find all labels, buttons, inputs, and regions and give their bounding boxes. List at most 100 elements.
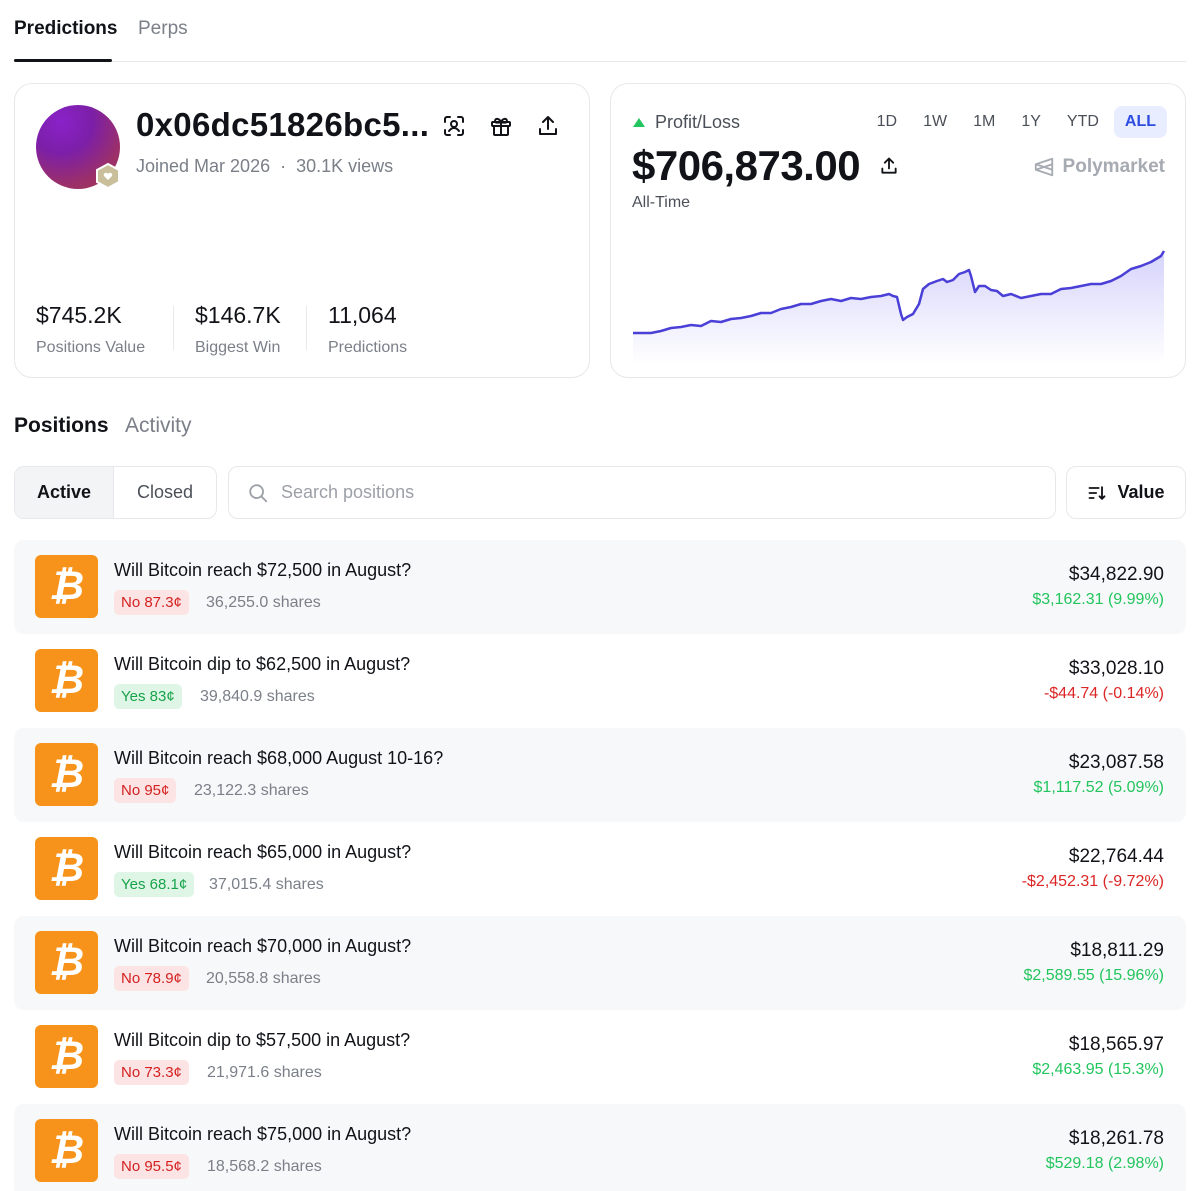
stat-label: Positions Value [36, 339, 146, 356]
up-arrow-icon [633, 118, 645, 127]
profile-card: 0x06dc51826bc5... Joined Mar 2026 · 30.1K … [14, 83, 590, 378]
brand-name: Polymarket [1062, 156, 1165, 177]
position-value: $22,764.44 [1068, 846, 1164, 867]
stat-value: $146.7K [195, 302, 281, 328]
search-box [228, 466, 1056, 519]
pnl-chart [633, 250, 1166, 364]
tab-positions[interactable]: Positions [14, 414, 109, 438]
outcome-pill: No 87.3¢ [114, 590, 189, 615]
bitcoin-icon: ₿ [35, 743, 98, 806]
outcome-pill: Yes 83¢ [114, 684, 182, 709]
position-row[interactable]: ₿ Will Bitcoin reach $75,000 in August? No… [14, 1104, 1186, 1191]
outcome-pill: Yes 68.1¢ [114, 872, 195, 897]
range-tab-1m[interactable]: 1M [962, 106, 1006, 138]
position-change: $2,463.95 (15.3%) [1032, 1061, 1164, 1078]
position-title[interactable]: Will Bitcoin reach $68,000 August 10-16? [114, 748, 443, 769]
polymarket-brand: Polymarket [1033, 156, 1165, 178]
range-tab-ytd[interactable]: YTD [1056, 106, 1110, 138]
position-value: $23,087.58 [1068, 752, 1164, 773]
outcome-pill: No 78.9¢ [114, 966, 189, 991]
joined-date: Joined Mar 2026 [136, 156, 271, 176]
position-change: $529.18 (2.98%) [1045, 1155, 1164, 1172]
range-tab-all[interactable]: ALL [1113, 106, 1167, 138]
active-filter-button[interactable]: Active [15, 467, 114, 518]
bitcoin-icon: ₿ [35, 1119, 98, 1182]
position-shares: 23,122.3 shares [194, 782, 309, 799]
range-tab-1w[interactable]: 1W [912, 106, 958, 138]
pnl-title: Profit/Loss [655, 112, 741, 132]
position-title[interactable]: Will Bitcoin dip to $57,500 in August? [114, 1030, 410, 1051]
position-title[interactable]: Will Bitcoin reach $75,000 in August? [114, 1124, 411, 1145]
stat-label: Predictions [328, 339, 408, 356]
view-count: 30.1K views [296, 156, 394, 176]
active-tab-indicator [14, 59, 112, 62]
position-value: $18,565.97 [1068, 1034, 1164, 1055]
profile-meta: Joined Mar 2026 · 30.1K views [136, 156, 393, 177]
stat-divider [306, 306, 307, 350]
pnl-card: Profit/Loss 1D 1W 1M 1Y YTD ALL $706,873… [610, 83, 1186, 378]
stat-value: $745.2K [36, 302, 122, 328]
stat-label: Biggest Win [195, 339, 281, 356]
position-value: $33,028.10 [1068, 658, 1164, 679]
position-row[interactable]: ₿ Will Bitcoin dip to $57,500 in August? N… [14, 1010, 1186, 1104]
position-row[interactable]: ₿ Will Bitcoin reach $72,500 in August? No… [14, 540, 1186, 634]
position-value: $18,261.78 [1068, 1128, 1164, 1149]
pnl-value: $706,873.00 [632, 142, 861, 189]
sort-button[interactable]: Value [1066, 466, 1186, 519]
closed-filter-button[interactable]: Closed [114, 467, 216, 518]
position-change: $2,589.55 (15.96%) [1023, 967, 1164, 984]
stat-divider [173, 306, 174, 350]
verified-badge-icon [96, 163, 120, 189]
position-value: $18,811.29 [1070, 940, 1164, 961]
stat-biggest-win: $146.7K Biggest Win [195, 302, 281, 357]
search-input[interactable] [281, 482, 1041, 503]
tab-perps[interactable]: Perps [138, 18, 188, 40]
position-status-toggle: Active Closed [14, 466, 217, 519]
position-change: $3,162.31 (9.99%) [1032, 591, 1164, 608]
tab-predictions[interactable]: Predictions [14, 18, 117, 40]
bitcoin-icon: ₿ [35, 1025, 98, 1088]
position-value: $34,822.90 [1068, 564, 1164, 585]
scan-icon[interactable] [442, 114, 466, 138]
share-icon[interactable] [536, 114, 560, 138]
position-shares: 20,558.8 shares [206, 970, 321, 987]
polymarket-logo-icon [1034, 157, 1053, 177]
tab-activity[interactable]: Activity [125, 414, 192, 438]
top-tabs: Predictions Perps [14, 0, 1186, 62]
meta-separator: · [280, 156, 287, 176]
position-row[interactable]: ₿ Will Bitcoin dip to $62,500 in August? Y… [14, 634, 1186, 728]
position-change: -$2,452.31 (-9.72%) [1021, 873, 1164, 890]
position-shares: 18,568.2 shares [207, 1158, 322, 1175]
position-title[interactable]: Will Bitcoin dip to $62,500 in August? [114, 654, 410, 675]
stat-value: 11,064 [328, 302, 397, 328]
bitcoin-icon: ₿ [35, 555, 98, 618]
position-change: -$44.74 (-0.14%) [1043, 685, 1164, 702]
search-icon [249, 483, 268, 502]
position-shares: 36,255.0 shares [206, 594, 321, 611]
position-shares: 39,840.9 shares [200, 688, 315, 705]
position-shares: 37,015.4 shares [209, 876, 324, 893]
bitcoin-icon: ₿ [35, 837, 98, 900]
position-title[interactable]: Will Bitcoin reach $70,000 in August? [114, 936, 411, 957]
range-tab-1d[interactable]: 1D [866, 106, 908, 138]
position-row[interactable]: ₿ Will Bitcoin reach $68,000 August 10-16… [14, 728, 1186, 822]
position-title[interactable]: Will Bitcoin reach $72,500 in August? [114, 560, 411, 581]
gift-icon[interactable] [489, 114, 513, 138]
bitcoin-icon: ₿ [35, 649, 98, 712]
share-icon[interactable] [879, 156, 899, 176]
profile-name: 0x06dc51826bc5... [136, 106, 430, 143]
position-change: $1,117.52 (5.09%) [1033, 779, 1164, 796]
position-shares: 21,971.6 shares [207, 1064, 322, 1081]
sort-label: Value [1117, 482, 1165, 502]
stat-positions-value: $745.2K Positions Value [36, 302, 145, 357]
range-tab-1y[interactable]: 1Y [1010, 106, 1052, 138]
outcome-pill: No 95.5¢ [114, 1154, 189, 1179]
range-tabs: 1D 1W 1M 1Y YTD ALL [866, 106, 1167, 138]
sort-icon [1089, 485, 1106, 500]
stat-predictions: 11,064 Predictions [328, 302, 407, 357]
position-row[interactable]: ₿ Will Bitcoin reach $65,000 in August? Ye… [14, 822, 1186, 916]
pnl-period: All-Time [632, 194, 691, 211]
bitcoin-icon: ₿ [35, 931, 98, 994]
position-title[interactable]: Will Bitcoin reach $65,000 in August? [114, 842, 411, 863]
position-row[interactable]: ₿ Will Bitcoin reach $70,000 in August? No… [14, 916, 1186, 1010]
